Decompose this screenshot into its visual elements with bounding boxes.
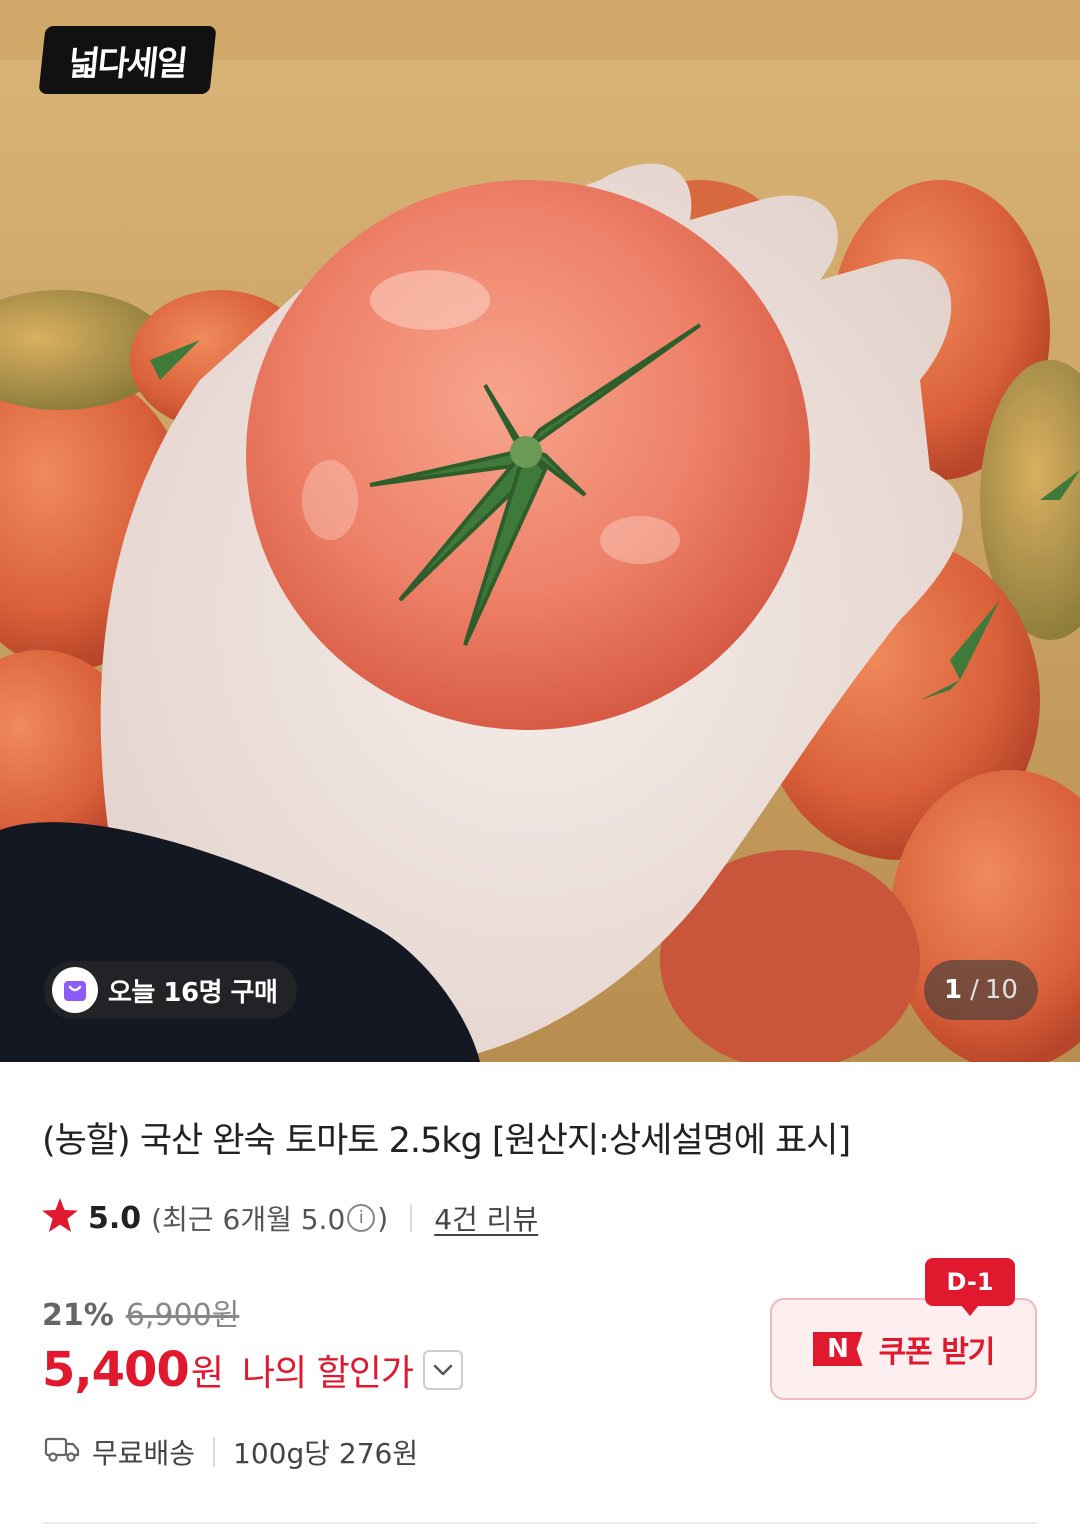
sale-brand-logo: 넓다세일 [38, 26, 217, 94]
image-page-indicator: 1 / 10 [924, 960, 1038, 1020]
truck-icon [44, 1435, 80, 1470]
section-divider [42, 1522, 1038, 1524]
unit-price: 100g당 276원 [233, 1437, 419, 1470]
total-pages: 10 [984, 975, 1018, 1005]
coupon-button[interactable]: N 쿠폰 받기 [770, 1298, 1037, 1400]
info-icon[interactable]: i [347, 1204, 376, 1232]
rating-row: 5.0 (최근 6개월 5.0 i ) 4건 리뷰 [42, 1196, 538, 1240]
product-title: (농할) 국산 완숙 토마토 2.5kg [원산지:상세설명에 표시] [42, 1121, 851, 1161]
divider [213, 1437, 216, 1467]
page-separator: / [970, 975, 979, 1005]
divider [410, 1204, 413, 1232]
product-photo [0, 0, 1080, 1062]
currency-unit: 원 [190, 1353, 224, 1394]
original-price: 6,900원 [125, 1298, 240, 1333]
dday-badge: D-1 [925, 1258, 1015, 1316]
product-image-carousel[interactable]: 넓다세일 오늘 16명 구매 1 / 10 [0, 0, 1080, 1062]
discount-percent: 21% [42, 1298, 114, 1333]
shopping-bag-icon [52, 967, 98, 1013]
shipping-row: 무료배송 100g당 276원 [44, 1430, 418, 1474]
reviews-link[interactable]: 4건 리뷰 [434, 1198, 538, 1238]
my-discount-label[interactable]: 나의 할인가 [242, 1344, 414, 1396]
recent-rating-close: ) [377, 1201, 389, 1235]
today-purchase-text: 오늘 16명 구매 [108, 977, 278, 1008]
original-price-row: 21% 6,900원 [42, 1290, 239, 1334]
recent-rating-text: (최근 6개월 5.0 [151, 1203, 346, 1236]
coupon-label: 쿠폰 받기 [878, 1335, 996, 1370]
free-shipping-label: 무료배송 [92, 1437, 196, 1470]
naver-n-logo: N [812, 1332, 863, 1366]
sale-price-row: 5,400 원 나의 할인가 [42, 1342, 463, 1398]
today-purchase-badge: 오늘 16명 구매 [44, 961, 298, 1019]
chevron-down-icon[interactable] [423, 1350, 463, 1390]
sale-price: 5,400 [42, 1342, 190, 1398]
rating-score: 5.0 [88, 1200, 142, 1236]
star-icon [42, 1197, 78, 1239]
current-page: 1 [944, 975, 963, 1005]
